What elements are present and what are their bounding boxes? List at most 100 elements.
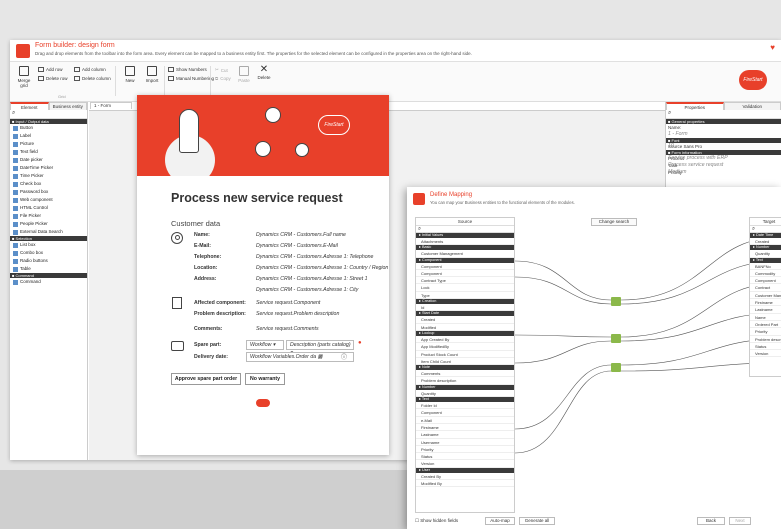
mapping-field[interactable]: Component bbox=[750, 277, 781, 285]
toolbox-item[interactable]: Radio buttons bbox=[10, 257, 87, 265]
delete-button[interactable]: ✕ Delete bbox=[254, 64, 274, 80]
element-icon bbox=[13, 279, 18, 285]
no-warranty-button[interactable]: No warranty bbox=[245, 373, 285, 385]
field-value[interactable]: Dynamics CRM - Customers.Adresse 1: Tele… bbox=[256, 254, 373, 260]
property-priority[interactable]: Priority Medium bbox=[666, 169, 781, 176]
mapping-field[interactable]: Priority bbox=[750, 328, 781, 336]
mapping-node[interactable] bbox=[611, 297, 621, 306]
mapping-field[interactable]: Status bbox=[750, 343, 781, 351]
mapping-field[interactable]: Created bbox=[750, 238, 781, 246]
form-document: FireStart Process new service request Cu… bbox=[137, 95, 389, 455]
field-value[interactable]: Service request.Problem description bbox=[256, 311, 339, 317]
delete-row-button[interactable]: Delete row bbox=[38, 76, 68, 81]
show-numbers-toggle[interactable]: Show Numbers bbox=[168, 67, 207, 72]
banner-brand-logo: FireStart bbox=[318, 115, 350, 135]
field-label: Telephone: bbox=[194, 254, 222, 260]
delete-column-button[interactable]: Delete column bbox=[74, 76, 111, 81]
field-label: E-Mail: bbox=[194, 243, 212, 249]
field-value[interactable]: Dynamics CRM - Customers.Adresse 1: Stre… bbox=[256, 276, 368, 282]
copy-button[interactable]: ⧉ Copy bbox=[215, 76, 231, 81]
element-icon bbox=[13, 250, 18, 256]
mapping-field[interactable]: Customer Management bbox=[750, 292, 781, 300]
toolbox-item-label: People Picker bbox=[20, 221, 48, 226]
document-tab[interactable]: 1 - Form bbox=[90, 102, 132, 109]
toolbox-item[interactable]: List box bbox=[10, 241, 87, 249]
element-icon bbox=[13, 197, 18, 203]
heart-icon[interactable]: ♥ bbox=[770, 43, 775, 52]
font-select[interactable]: Source Sans Pro 10 bbox=[666, 143, 781, 150]
toolbox-item[interactable]: HTML Control bbox=[10, 204, 87, 212]
property-name-value[interactable]: 1 - Form bbox=[666, 131, 781, 138]
mapping-field[interactable]: Firstname bbox=[750, 299, 781, 307]
mapping-field[interactable]: Contract bbox=[750, 284, 781, 292]
show-hidden-fields-checkbox[interactable]: ☐ Show hidden fields bbox=[415, 518, 458, 524]
toolbox-item-label: Date picker bbox=[20, 157, 43, 162]
field-value[interactable]: Dynamics CRM - Customers.Full name bbox=[256, 232, 346, 238]
mapping-field[interactable]: BANFNo bbox=[750, 263, 781, 270]
toolbox-item[interactable]: Check box bbox=[10, 180, 87, 188]
delete-x-icon: ✕ bbox=[259, 64, 269, 75]
ribbon-group-grid: Grid bbox=[58, 94, 66, 99]
toolbox-item[interactable]: Time Picker bbox=[10, 172, 87, 180]
add-column-button[interactable]: Add column bbox=[74, 67, 106, 72]
merge-grid-button[interactable]: Merge grid bbox=[14, 66, 34, 88]
toolbox-item[interactable]: DateTime Picker bbox=[10, 164, 87, 172]
toolbox-item[interactable]: Command bbox=[10, 278, 87, 286]
toolbox-item[interactable]: Label bbox=[10, 132, 87, 140]
tab-properties[interactable]: Properties bbox=[666, 102, 724, 110]
mapping-field[interactable]: Problem description bbox=[750, 336, 781, 343]
element-icon bbox=[13, 242, 18, 248]
toolbox-item[interactable]: Table bbox=[10, 265, 87, 273]
delivery-date-input[interactable]: Workflow Variables.Order da ▦ bbox=[246, 352, 354, 362]
field-value[interactable]: Dynamics CRM - Customers.Adresse 1: City bbox=[256, 287, 358, 293]
field-value[interactable]: Dynamics CRM - Customers.E-Mail bbox=[256, 243, 338, 249]
mapping-field[interactable]: Version bbox=[750, 350, 781, 358]
toolbox-item[interactable]: Text field bbox=[10, 148, 87, 156]
back-button[interactable]: Back bbox=[697, 517, 725, 525]
info-icon[interactable]: ⓘ bbox=[341, 352, 347, 361]
cut-button[interactable]: ✂ Cut bbox=[215, 67, 228, 73]
add-row-button[interactable]: Add row bbox=[38, 67, 63, 72]
toolbox-item[interactable]: People Picker bbox=[10, 220, 87, 228]
tab-element[interactable]: Element bbox=[10, 102, 49, 110]
mapping-field[interactable]: Quantity bbox=[750, 250, 781, 258]
mapping-field[interactable]: Lastname bbox=[750, 306, 781, 314]
toolbox-search[interactable]: ⌕ bbox=[10, 110, 87, 119]
spare-part-source-select[interactable]: Workflow ▾ bbox=[246, 340, 284, 350]
mapping-field[interactable]: Name bbox=[750, 314, 781, 321]
mapping-node[interactable] bbox=[611, 334, 621, 343]
search-icon: ⌕ bbox=[12, 110, 16, 116]
toolbox-item[interactable]: File Picker bbox=[10, 212, 87, 220]
target-search[interactable]: ⌕ bbox=[750, 226, 781, 233]
mapping-node[interactable] bbox=[611, 363, 621, 372]
mapping-field[interactable]: Ordered Part bbox=[750, 321, 781, 329]
new-form-button[interactable]: New bbox=[120, 66, 140, 83]
mapping-field[interactable]: Commodity bbox=[750, 270, 781, 278]
manual-numbering-toggle[interactable]: Manual Numbering bbox=[168, 76, 214, 81]
toolbox-item[interactable]: Web component bbox=[10, 196, 87, 204]
toolbox-item[interactable]: External Data Search bbox=[10, 228, 87, 236]
toolbox-item[interactable]: Picture bbox=[10, 140, 87, 148]
target-header: Target bbox=[750, 218, 781, 226]
import-button[interactable]: Import bbox=[142, 66, 162, 83]
toolbox-item[interactable]: Date picker bbox=[10, 156, 87, 164]
toolbox-item-label: External Data Search bbox=[20, 229, 63, 234]
tab-validation[interactable]: Validation bbox=[723, 102, 781, 110]
next-button[interactable]: Next bbox=[729, 517, 751, 525]
properties-search[interactable]: ⌕ bbox=[666, 110, 781, 119]
field-value[interactable]: Service request.Comments bbox=[256, 326, 319, 332]
auto-map-button[interactable]: Auto-map bbox=[485, 517, 515, 525]
approve-spare-part-button[interactable]: Approve spare part order bbox=[171, 373, 241, 385]
toolbox-item[interactable]: Button bbox=[10, 124, 87, 132]
property-process: Process Service process with ERP bbox=[668, 155, 728, 161]
field-value[interactable]: Service request.Component bbox=[256, 300, 320, 306]
form-banner: FireStart bbox=[137, 95, 389, 176]
spare-part-select[interactable]: Description (parts catalog) ▾ bbox=[286, 340, 354, 356]
toolbox-item-label: Button bbox=[20, 125, 34, 130]
tab-business-entity[interactable]: Business entity bbox=[48, 102, 87, 110]
toolbox-item[interactable]: Combo box bbox=[10, 249, 87, 257]
generate-all-button[interactable]: Generate all bbox=[519, 517, 555, 525]
paste-button[interactable]: Paste bbox=[234, 66, 254, 83]
field-value[interactable]: Dynamics CRM - Customers.Adresse 1: Coun… bbox=[256, 265, 388, 271]
toolbox-item[interactable]: Password box bbox=[10, 188, 87, 196]
